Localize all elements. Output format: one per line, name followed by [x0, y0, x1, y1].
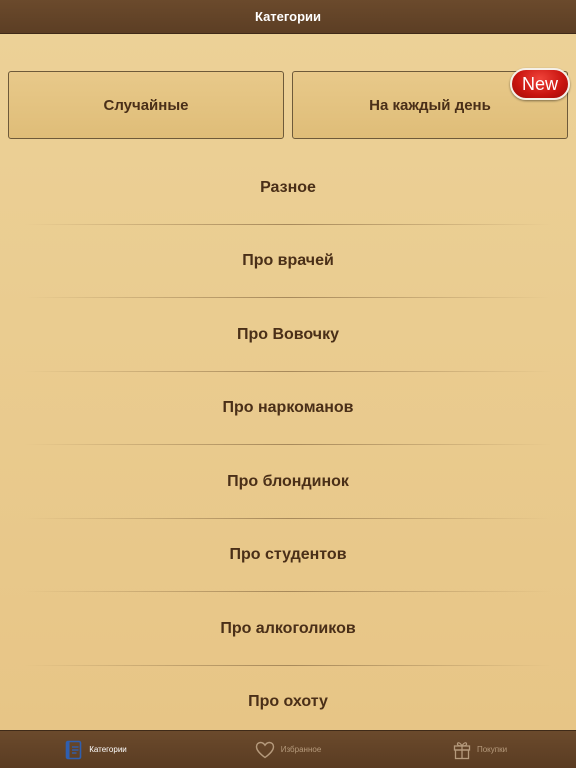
- navigation-bar: Категории: [0, 0, 576, 34]
- list-item[interactable]: Про охоту: [0, 666, 576, 740]
- list-item[interactable]: Про наркоманов: [0, 372, 576, 446]
- top-buttons-row: Случайные На каждый день: [8, 71, 568, 139]
- list-item[interactable]: Про студентов: [0, 519, 576, 593]
- list-item-label: Про алкоголиков: [220, 619, 356, 637]
- list-item-label: Про студентов: [229, 546, 347, 564]
- categories-icon: [65, 740, 83, 760]
- category-list: Разное Про врачей Про Вовочку Про нарком…: [0, 151, 576, 739]
- page-title: Категории: [254, 9, 322, 24]
- tab-label: Категории: [89, 745, 127, 754]
- new-badge: New: [510, 68, 570, 100]
- list-item-label: Про охоту: [248, 693, 328, 711]
- list-item-label: Про врачей: [242, 252, 334, 270]
- tab-favorites[interactable]: Избранное: [192, 731, 384, 768]
- list-item[interactable]: Про врачей: [0, 225, 576, 299]
- tab-bar: Категории Избранное Покупки: [0, 730, 576, 768]
- list-item-label: Про Вовочку: [236, 325, 339, 343]
- tab-label: Избранное: [280, 745, 322, 754]
- gift-icon: [453, 740, 471, 760]
- list-item[interactable]: Про Вовочку: [0, 298, 576, 372]
- random-button-label: Случайные: [103, 96, 189, 114]
- daily-button-label: На каждый день: [369, 96, 491, 114]
- list-item-label: Разное: [260, 178, 316, 196]
- list-item[interactable]: Разное: [0, 151, 576, 225]
- tab-purchases[interactable]: Покупки: [384, 731, 576, 768]
- list-item-label: Про наркоманов: [222, 399, 354, 417]
- list-item[interactable]: Про алкоголиков: [0, 592, 576, 666]
- tab-categories[interactable]: Категории: [0, 731, 192, 768]
- list-item[interactable]: Про блондинок: [0, 445, 576, 519]
- content-area: Случайные На каждый день New Разное Про …: [0, 34, 576, 730]
- random-button[interactable]: Случайные: [8, 71, 284, 139]
- list-item-label: Про блондинок: [227, 472, 349, 490]
- heart-icon: [255, 741, 275, 759]
- tab-label: Покупки: [476, 745, 508, 754]
